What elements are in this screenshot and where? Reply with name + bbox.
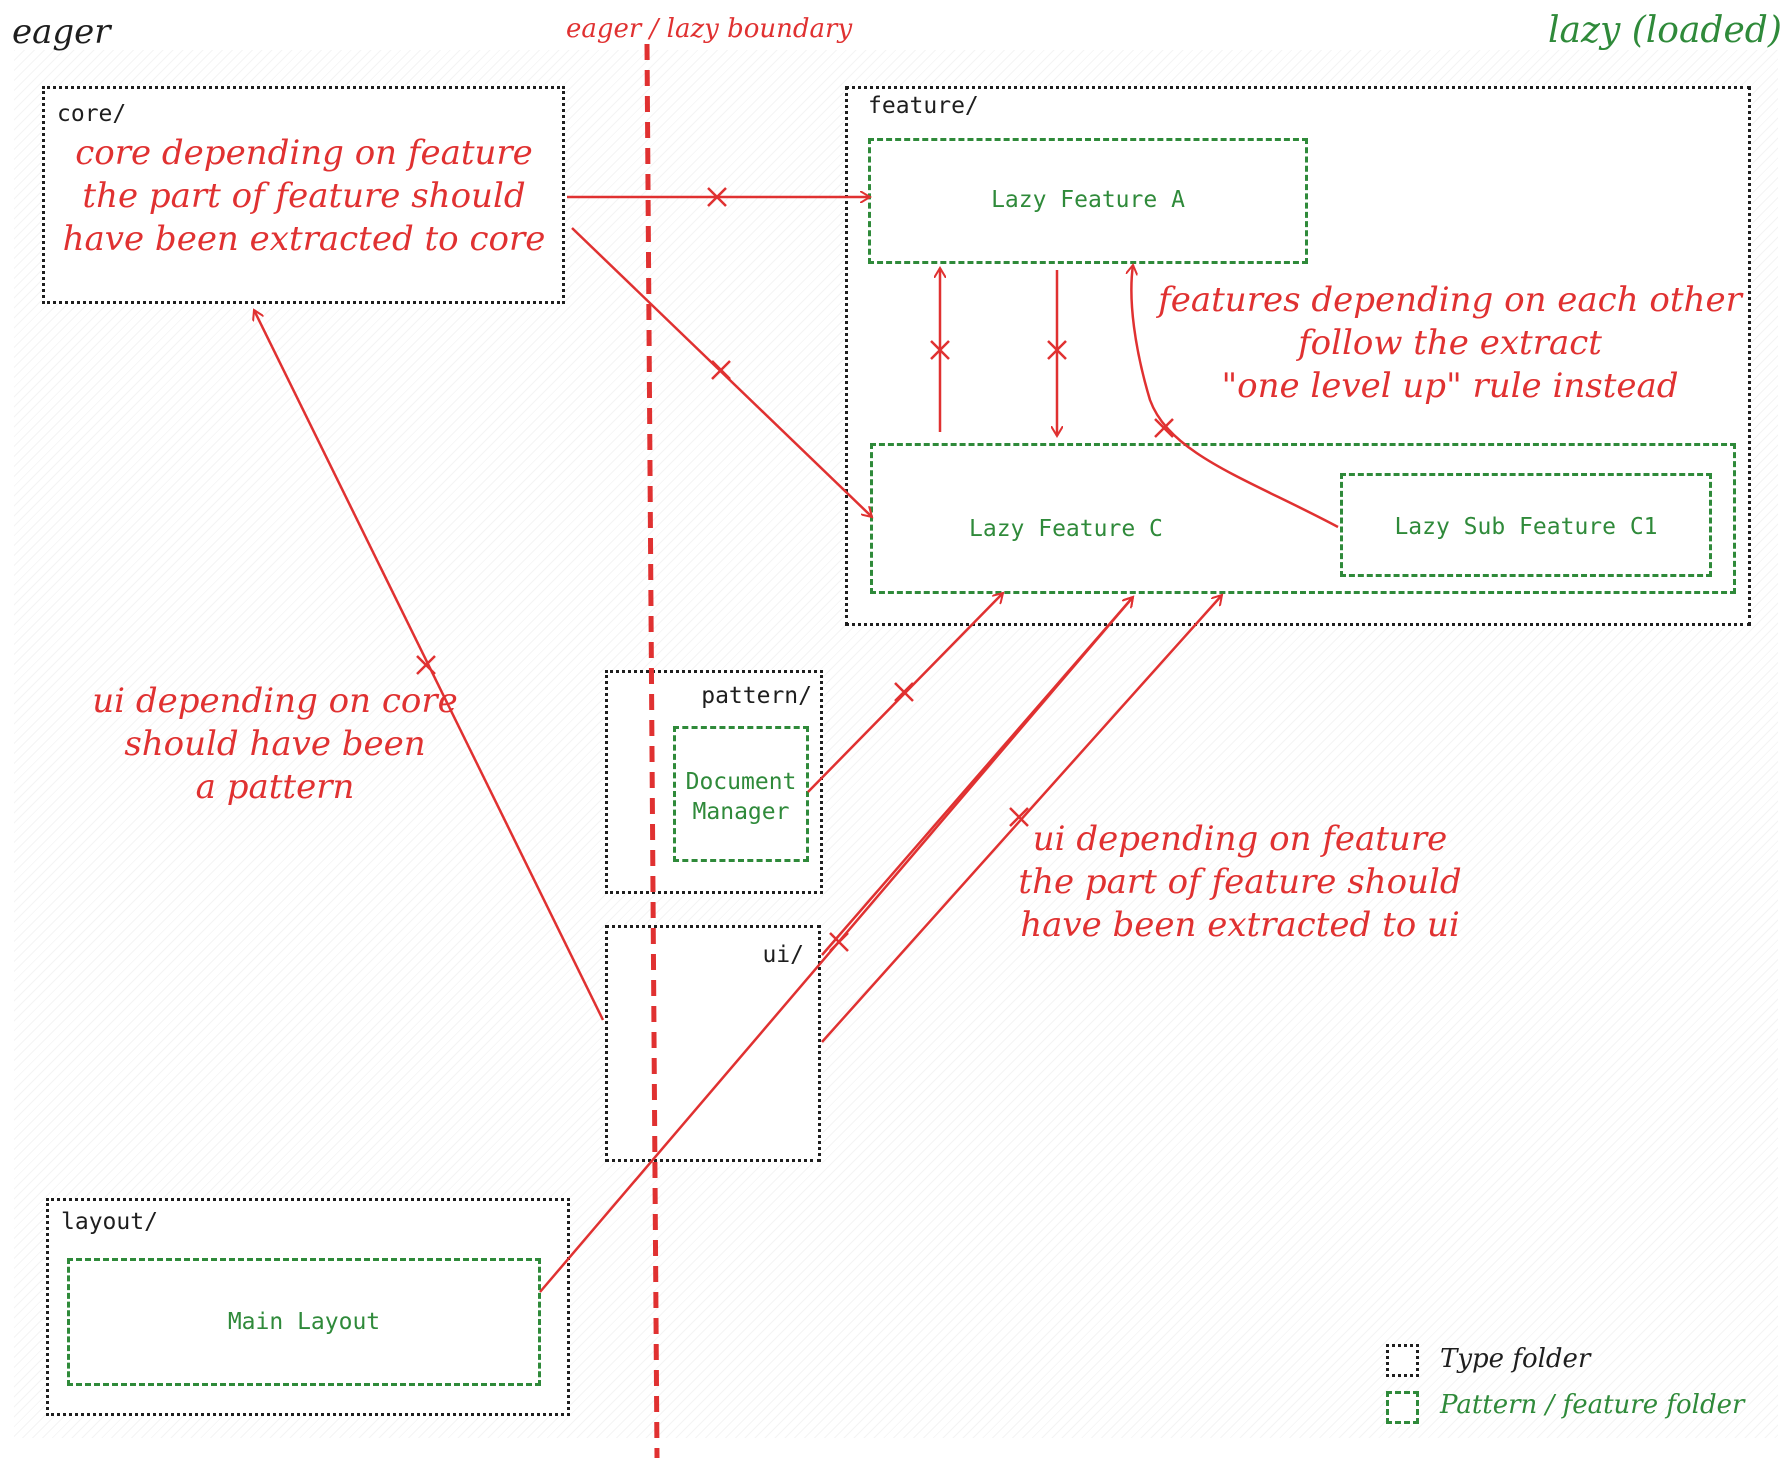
x-mark [711, 360, 731, 380]
x-mark [894, 682, 914, 702]
diagram-canvas: eager eager / lazy boundary lazy (loaded… [0, 0, 1791, 1473]
legend-pattern-feature-folder-swatch [1386, 1391, 1419, 1424]
note-core-depending-on-feature: core depending on feature the part of fe… [62, 133, 546, 259]
legend-pattern-feature-folder-label: Pattern / feature folder [1440, 1390, 1745, 1420]
arrow-ui-to-core [254, 310, 605, 1021]
legend-type-folder-swatch [1386, 1344, 1419, 1377]
note-ui-depending-on-core: ui depending on core should have been a … [92, 681, 458, 807]
note-ui-depending-on-feature: ui depending on feature the part of feat… [1018, 819, 1462, 945]
legend-type-folder-label: Type folder [1440, 1344, 1591, 1374]
x-mark [1154, 418, 1174, 438]
eager-lazy-boundary-line [644, 43, 660, 1459]
note-features-depending-on-each-other: features depending on each other follow … [1158, 280, 1742, 406]
